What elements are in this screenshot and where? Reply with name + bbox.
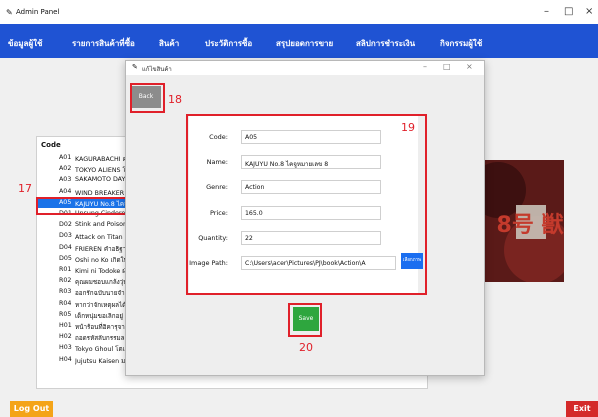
book-cover-image: 8号 獣 xyxy=(478,160,564,282)
menu-users[interactable]: ข้อมูลผู้ใช้ xyxy=(8,37,42,50)
annotation-box-17 xyxy=(36,197,135,215)
menu-bar: ข้อมูลผู้ใช้ รายการสินค้าที่ซื้อ สินค้า … xyxy=(0,24,598,58)
window-title: Admin Panel xyxy=(16,8,60,16)
dialog-titlebar: ✎ แก้ไขสินค้า – □ × xyxy=(126,61,484,75)
header-code: Code xyxy=(41,141,61,149)
menu-sales-summary[interactable]: สรุปยอดการขาย xyxy=(276,37,333,50)
dialog-title: แก้ไขสินค้า xyxy=(142,66,172,73)
feather-icon: ✎ xyxy=(6,8,13,17)
annotation-box-19 xyxy=(186,114,427,295)
main-titlebar: ✎ Admin Panel – □ × xyxy=(0,0,598,24)
menu-products[interactable]: สินค้า xyxy=(159,37,179,50)
logout-button[interactable]: Log Out xyxy=(10,401,53,417)
annotation-box-20 xyxy=(288,303,322,337)
cover-art: 8号 獣 xyxy=(478,160,564,282)
close-button[interactable]: × xyxy=(585,6,593,17)
menu-purchased-items[interactable]: รายการสินค้าที่ซื้อ xyxy=(72,37,135,50)
dialog-minimize-button[interactable]: – xyxy=(423,62,427,71)
menu-user-activity[interactable]: กิจกรรมผู้ใช้ xyxy=(440,37,482,50)
dialog-close-button[interactable]: × xyxy=(466,62,473,71)
annotation-20: 20 xyxy=(299,341,313,354)
annotation-17: 17 xyxy=(18,182,32,195)
maximize-button[interactable]: □ xyxy=(564,6,573,17)
annotation-18: 18 xyxy=(168,93,182,106)
annotation-box-18 xyxy=(130,83,165,113)
feather-icon: ✎ xyxy=(132,63,138,71)
cover-title-text: 8号 獣 xyxy=(497,212,564,238)
dialog-maximize-button[interactable]: □ xyxy=(443,62,451,71)
exit-button[interactable]: Exit xyxy=(566,401,598,417)
minimize-button[interactable]: – xyxy=(544,6,549,17)
annotation-19: 19 xyxy=(401,121,415,134)
menu-purchase-history[interactable]: ประวัติการซื้อ xyxy=(205,37,252,50)
menu-payment-slips[interactable]: สลิปการชำระเงิน xyxy=(356,37,415,50)
